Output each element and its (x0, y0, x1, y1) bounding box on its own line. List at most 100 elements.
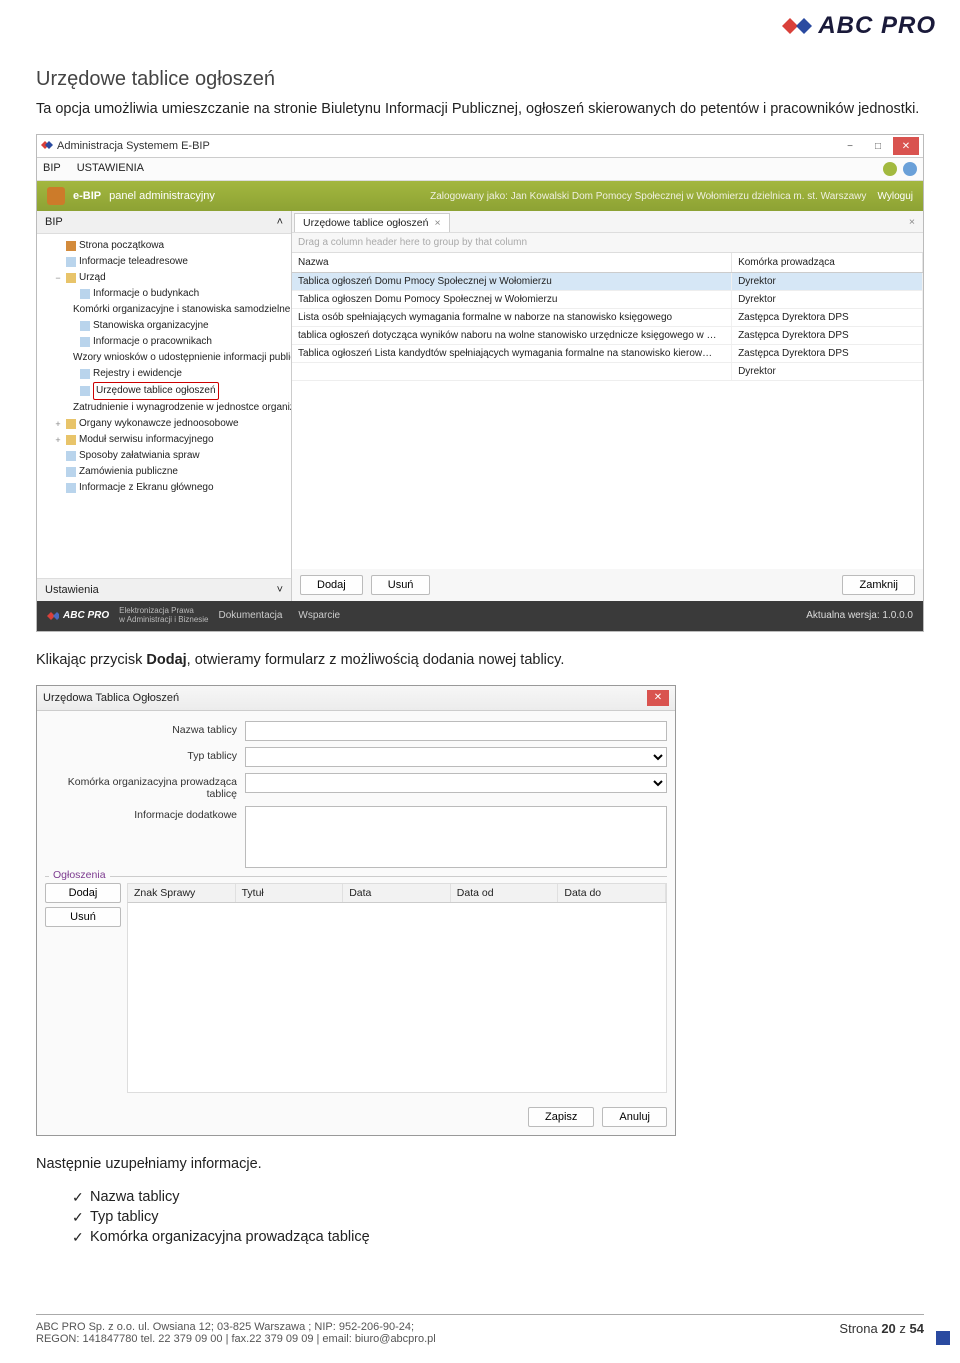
tree-node[interactable]: Informacje o pracownikach (39, 334, 289, 350)
tree-node-label: Organy wykonawcze jednoosobowe (79, 416, 239, 432)
tree-node-label: Sposoby załatwiania spraw (79, 448, 200, 464)
subgrid-col[interactable]: Data do (558, 884, 666, 902)
tree-node-label: Moduł serwisu informacyjnego (79, 432, 214, 448)
app-icon (41, 139, 53, 154)
zapisz-button[interactable]: Zapisz (528, 1107, 594, 1127)
tab-close-icon[interactable]: × (435, 217, 441, 229)
tree-node[interactable]: Rejestry i ewidencje (39, 366, 289, 382)
app-footer: ABC PRO Elektronizacja Prawa w Administr… (37, 601, 923, 631)
tab-urzedowe-tablice[interactable]: Urzędowe tablice ogłoszeń × (294, 213, 450, 232)
tree-node-label: Informacje o budynkach (93, 286, 199, 302)
logout-link[interactable]: Wyloguj (878, 191, 913, 202)
page-icon (80, 337, 90, 347)
tree-node-label: Informacje o pracownikach (93, 334, 212, 350)
dialog-window: Urzędowa Tablica Ogłoszeń ✕ Nazwa tablic… (36, 685, 676, 1136)
tree-node[interactable]: Stanowiska organizacyjne (39, 318, 289, 334)
subgrid-col[interactable]: Tytuł (236, 884, 344, 902)
tree-node-label: Urząd (79, 270, 106, 286)
tree-node[interactable]: Strona początkowa (39, 238, 289, 254)
zamknij-button[interactable]: Zamknij (842, 575, 915, 595)
tree-node[interactable]: Informacje z Ekranu głównego (39, 480, 289, 496)
dialog-close-button[interactable]: ✕ (647, 690, 669, 706)
tree-header[interactable]: BIP ˄ (37, 211, 291, 234)
select-komorka[interactable] (245, 773, 667, 793)
subgrid-header: Znak SprawyTytułDataData odData do (127, 883, 667, 903)
sub-dodaj-button[interactable]: Dodaj (45, 883, 121, 903)
table-row[interactable]: Dyrektor (292, 363, 923, 381)
page-footer: ABC PRO Sp. z o.o. ul. Owsiana 12; 03-82… (36, 1314, 924, 1345)
intro-text: Ta opcja umożliwia umieszczanie na stron… (36, 99, 924, 120)
tree-node[interactable]: Zatrudnienie i wynagrodzenie w jednostce… (39, 400, 289, 416)
tree-node[interactable]: + Moduł serwisu informacyjnego (39, 432, 289, 448)
subgrid-col[interactable]: Znak Sprawy (128, 884, 236, 902)
usun-button[interactable]: Usuń (371, 575, 431, 595)
tree-node-label: Zamówienia publiczne (79, 464, 178, 480)
select-typ-tablicy[interactable] (245, 747, 667, 767)
table-row[interactable]: Tablica ogłoszeń Lista kandydtów spełnia… (292, 345, 923, 363)
window-maximize-button[interactable]: □ (865, 137, 891, 155)
page-header: ABC PRO (0, 0, 960, 44)
chevron-up-icon: ˄ (277, 216, 283, 228)
window-close-button[interactable]: ✕ (893, 137, 919, 155)
tree-body: Strona początkowaInformacje teleadresowe… (37, 234, 291, 578)
page-icon (66, 483, 76, 493)
table-row[interactable]: tablica ogłoszeń dotycząca wyników nabor… (292, 327, 923, 345)
col-nazwa[interactable]: Nazwa (292, 253, 732, 272)
label-komorka: Komórka organizacyjna prowadząca tablicę (45, 773, 245, 800)
window-minimize-button[interactable]: − (837, 137, 863, 155)
tab-row: Urzędowe tablice ogłoszeń × × (292, 211, 923, 233)
label-typ: Typ tablicy (45, 747, 245, 762)
expander-icon[interactable]: + (53, 417, 63, 431)
page-icon (80, 386, 90, 396)
expander-icon[interactable]: + (53, 433, 63, 447)
tree-node[interactable]: Komórki organizacyjne i stanowiska samod… (39, 302, 289, 318)
home-icon (66, 241, 76, 251)
menu-ustawienia[interactable]: USTAWIENIA (77, 162, 144, 176)
sub-usun-button[interactable]: Usuń (45, 907, 121, 927)
tree-node[interactable]: Informacje o budynkach (39, 286, 289, 302)
subgrid-body (127, 903, 667, 1093)
expander-icon[interactable]: − (53, 271, 63, 285)
table-row[interactable]: Tablica ogłoszeń Domu Pmocy Społecznej w… (292, 273, 923, 291)
anuluj-button[interactable]: Anuluj (602, 1107, 667, 1127)
footer-doc-link[interactable]: Dokumentacja (219, 610, 283, 621)
app-window-screenshot: Administracja Systemem E-BIP − □ ✕ BIP U… (36, 134, 924, 632)
refresh-icon[interactable] (883, 162, 897, 176)
subgrid-col[interactable]: Data (343, 884, 451, 902)
dialog-footer: Zapisz Anuluj (37, 1099, 675, 1135)
cell-komorka: Dyrektor (732, 273, 923, 290)
folder-icon (66, 273, 76, 283)
footer-support-link[interactable]: Wsparcie (298, 610, 340, 621)
page-icon (80, 321, 90, 331)
tab-label: Urzędowe tablice ogłoszeń (303, 217, 429, 229)
section-divider: Ogłoszenia (45, 876, 667, 877)
subgrid-col[interactable]: Data od (451, 884, 559, 902)
cell-nazwa (292, 363, 732, 380)
tree-node[interactable]: Urzędowe tablice ogłoszeń (39, 382, 289, 400)
panel-close-icon[interactable]: × (901, 216, 923, 228)
tree-node-label: Strona początkowa (79, 238, 164, 254)
tree-node[interactable]: Wzory wniosków o udostępnienie informacj… (39, 350, 289, 366)
menu-bip[interactable]: BIP (43, 162, 61, 176)
input-nazwa-tablicy[interactable] (245, 721, 667, 741)
page-icon (66, 257, 76, 267)
tree-node-label: Urzędowe tablice ogłoszeń (93, 382, 219, 400)
help-icon[interactable] (903, 162, 917, 176)
table-row[interactable]: Lista osób spełniających wymagania forma… (292, 309, 923, 327)
tree-node[interactable]: Sposoby załatwiania spraw (39, 448, 289, 464)
col-komorka[interactable]: Komórka prowadząca (732, 253, 923, 272)
tree-node[interactable]: + Organy wykonawcze jednoosobowe (39, 416, 289, 432)
dialog-title: Urzędowa Tablica Ogłoszeń (43, 692, 179, 704)
tree-node[interactable]: Zamówienia publiczne (39, 464, 289, 480)
tree-footer[interactable]: Ustawienia ˅ (37, 578, 291, 601)
company-footer-info: ABC PRO Sp. z o.o. ul. Owsiana 12; 03-82… (36, 1321, 436, 1345)
grid-group-hint[interactable]: Drag a column header here to group by th… (292, 233, 923, 253)
tree-node[interactable]: − Urząd (39, 270, 289, 286)
dodaj-button[interactable]: Dodaj (300, 575, 363, 595)
tree-node-label: Informacje teleadresowe (79, 254, 188, 270)
tree-node[interactable]: Informacje teleadresowe (39, 254, 289, 270)
tree-node-label: Stanowiska organizacyjne (93, 318, 209, 334)
section-title: Urzędowe tablice ogłoszeń (36, 68, 924, 91)
textarea-info-dodatkowe[interactable] (245, 806, 667, 868)
table-row[interactable]: Tablica ogłoszen Domu Pomocy Społecznej … (292, 291, 923, 309)
